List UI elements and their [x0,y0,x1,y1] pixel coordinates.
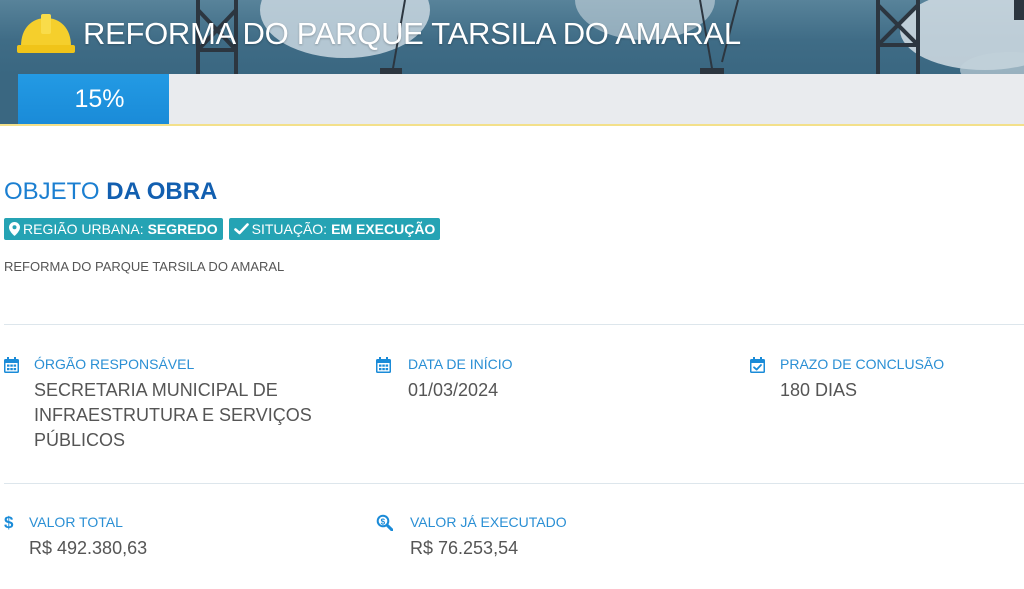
info-orgao: ÓRGÃO RESPONSÁVEL SECRETARIA MUNICIPAL D… [4,356,344,456]
situacao-label: SITUAÇÃO: [251,221,328,237]
data-inicio-label: DATA DE INÍCIO [408,356,513,372]
info-prazo: PRAZO DE CONCLUSÃO 180 DIAS [750,356,1020,400]
progress-divider [0,124,1024,126]
progress-edge [0,74,18,124]
divider [4,483,1024,484]
page-title: REFORMA DO PARQUE TARSILA DO AMARAL [83,16,741,51]
section-heading-objeto: OBJETO DA OBRA [4,178,217,206]
svg-text:$: $ [381,517,386,526]
valor-executado-value: R$ 76.253,54 [410,538,519,558]
info-valor-executado: $ VALOR JÁ EXECUTADO R$ 76.253,54 [376,514,706,558]
dollar-icon: $ [4,514,14,531]
calendar-icon [376,357,391,373]
data-inicio-value: 01/03/2024 [408,380,499,400]
valor-total-value: R$ 492.380,63 [29,538,148,558]
info-valor-total: $ VALOR TOTAL R$ 492.380,63 [4,514,344,558]
check-icon [233,223,249,235]
svg-text:$: $ [4,514,14,531]
regiao-label: REGIÃO URBANA: [23,221,144,237]
calendar-icon [4,357,19,373]
hard-hat-icon [17,14,75,53]
divider [4,324,1024,325]
regiao-value: SEGREDO [147,221,218,237]
regiao-badge: REGIÃO URBANA: SEGREDO [4,218,223,240]
prazo-label: PRAZO DE CONCLUSÃO [780,356,945,372]
heading-light: OBJETO [4,178,100,205]
status-badges: REGIÃO URBANA: SEGREDO SITUAÇÃO: EM EXEC… [4,218,441,240]
valor-total-label: VALOR TOTAL [29,514,123,530]
map-marker-icon [9,222,20,236]
search-dollar-icon: $ [376,514,393,531]
info-data-inicio: DATA DE INÍCIO 01/03/2024 [376,356,706,400]
heading-bold: DA OBRA [106,178,218,205]
orgao-value: SECRETARIA MUNICIPAL DE INFRAESTRUTURA E… [34,380,312,450]
prazo-value: 180 DIAS [780,380,858,400]
valor-executado-label: VALOR JÁ EXECUTADO [410,514,567,530]
hero-banner: REFORMA DO PARQUE TARSILA DO AMARAL [0,0,1024,74]
calendar-check-icon [750,357,765,373]
progress-label: 15% [74,85,125,113]
progress-bar: 15% [0,74,1024,124]
situacao-badge: SITUAÇÃO: EM EXECUÇÃO [228,218,441,240]
situacao-value: EM EXECUÇÃO [331,221,436,237]
orgao-label: ÓRGÃO RESPONSÁVEL [34,356,195,372]
obra-description: REFORMA DO PARQUE TARSILA DO AMARAL [4,259,285,274]
